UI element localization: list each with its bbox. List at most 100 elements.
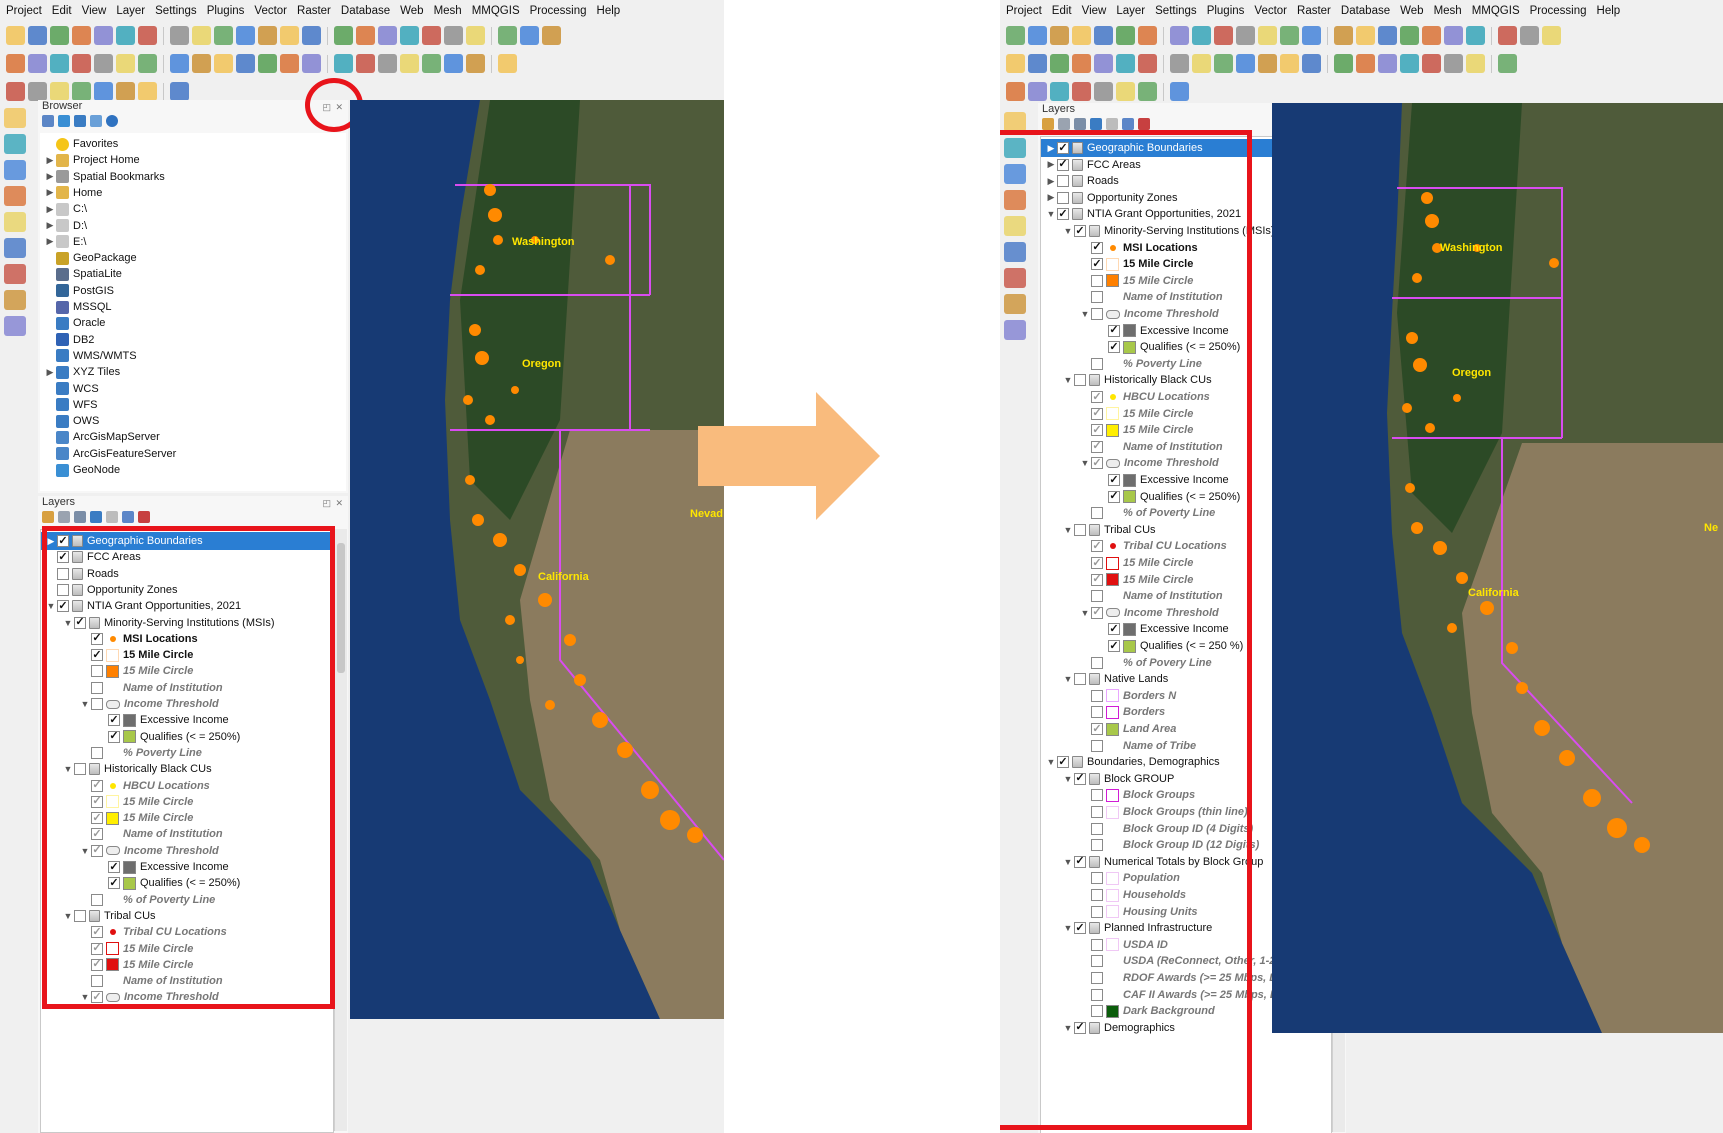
visibility-checkbox[interactable]: [1057, 208, 1069, 221]
visibility-checkbox[interactable]: [57, 567, 69, 580]
visibility-checkbox[interactable]: [1108, 490, 1120, 503]
visibility-checkbox[interactable]: [1091, 656, 1103, 669]
collapse-arrow-icon[interactable]: ▼: [79, 846, 91, 856]
add-layer-tool-icon[interactable]: [4, 108, 26, 128]
visibility-checkbox[interactable]: [1091, 590, 1103, 603]
toolbar-tool-icon[interactable]: [1138, 82, 1157, 101]
add-layer-tool-icon[interactable]: [1004, 216, 1026, 236]
expand-arrow-icon[interactable]: ▶: [44, 155, 56, 166]
toolbar-tool-icon[interactable]: [28, 54, 47, 73]
toolbar-tool-icon[interactable]: [1302, 54, 1321, 73]
toolbar-tool-icon[interactable]: [236, 26, 255, 45]
toolbar-tool-icon[interactable]: [1214, 26, 1233, 45]
browser-item[interactable]: GeoPackage: [40, 249, 346, 267]
layer-tree-row[interactable]: 15 Mile Circle: [41, 956, 333, 974]
layer-tree-row[interactable]: % Poverty Line: [41, 744, 333, 762]
toolbar-tool-icon[interactable]: [1192, 54, 1211, 73]
add-layer-tool-icon[interactable]: [1004, 112, 1026, 132]
toolbar-tool-icon[interactable]: [1214, 54, 1233, 73]
toolbar-tool-icon[interactable]: [280, 54, 299, 73]
visibility-checkbox[interactable]: [1091, 258, 1103, 271]
filter-icon[interactable]: [1090, 118, 1102, 130]
expand-arrow-icon[interactable]: ▶: [1045, 143, 1057, 154]
visibility-checkbox[interactable]: [74, 909, 86, 922]
toolbar-tool-icon[interactable]: [498, 54, 517, 73]
menu-edit[interactable]: Edit: [52, 5, 72, 17]
layer-tree-row[interactable]: Qualifies (< = 250%): [41, 728, 333, 746]
layer-tree-row[interactable]: ▼ Income Threshold: [41, 988, 333, 1006]
toolbar-tool-icon[interactable]: [50, 82, 69, 101]
menu-edit[interactable]: Edit: [1052, 5, 1072, 17]
toolbar-tool-icon[interactable]: [50, 26, 69, 45]
visibility-checkbox[interactable]: [1074, 523, 1086, 536]
collapse-arrow-icon[interactable]: ▼: [45, 601, 57, 611]
menu-web[interactable]: Web: [1400, 5, 1423, 17]
visibility-checkbox[interactable]: [108, 730, 120, 743]
add-layer-tool-icon[interactable]: [1004, 242, 1026, 262]
toolbar-tool-icon[interactable]: [1116, 54, 1135, 73]
browser-item[interactable]: ▶ D:\: [40, 217, 346, 235]
toolbar-tool-icon[interactable]: [6, 82, 25, 101]
expand-arrow-icon[interactable]: ▶: [1045, 192, 1057, 203]
collapse-arrow-icon[interactable]: ▼: [1062, 226, 1074, 236]
toolbar-tool-icon[interactable]: [214, 54, 233, 73]
visibility-checkbox[interactable]: [1074, 855, 1086, 868]
toolbar-tool-icon[interactable]: [1072, 54, 1091, 73]
visibility-checkbox[interactable]: [74, 616, 86, 629]
visibility-checkbox[interactable]: [1091, 557, 1103, 569]
toolbar-tool-icon[interactable]: [1422, 26, 1441, 45]
visibility-icon[interactable]: [74, 511, 86, 523]
visibility-checkbox[interactable]: [1074, 225, 1086, 237]
visibility-checkbox[interactable]: [91, 632, 103, 645]
layer-tree-row[interactable]: 15 Mile Circle: [41, 793, 333, 811]
toolbar-tool-icon[interactable]: [1072, 82, 1091, 101]
add-layer-tool-icon[interactable]: [1004, 320, 1026, 340]
visibility-checkbox[interactable]: [1091, 357, 1103, 370]
toolbar-tool-icon[interactable]: [94, 26, 113, 45]
collapse-arrow-icon[interactable]: ▼: [62, 764, 74, 774]
style-icon[interactable]: [1042, 118, 1054, 130]
toolbar-tool-icon[interactable]: [356, 26, 375, 45]
remove-layer-icon[interactable]: [138, 511, 150, 523]
browser-item[interactable]: WFS: [40, 396, 346, 414]
style-icon[interactable]: [42, 511, 54, 523]
layer-tree-row[interactable]: ▼ Historically Black CUs: [41, 760, 333, 778]
toolbar-tool-icon[interactable]: [116, 82, 135, 101]
visibility-checkbox[interactable]: [91, 991, 103, 1004]
layer-tree-row[interactable]: ▼ Tribal CUs: [41, 907, 333, 925]
layer-tree-row[interactable]: ▶ Geographic Boundaries: [41, 532, 333, 550]
browser-item[interactable]: PostGIS: [40, 282, 346, 300]
menu-layer[interactable]: Layer: [1116, 5, 1145, 17]
visibility-checkbox[interactable]: [1074, 772, 1086, 785]
toolbar-tool-icon[interactable]: [356, 54, 375, 73]
visibility-checkbox[interactable]: [1091, 573, 1103, 586]
menu-vector[interactable]: Vector: [254, 5, 287, 17]
expand-arrow-icon[interactable]: ▶: [44, 204, 56, 215]
toolbar-tool-icon[interactable]: [378, 26, 397, 45]
toolbar-tool-icon[interactable]: [1466, 54, 1485, 73]
toolbar-tool-icon[interactable]: [1400, 54, 1419, 73]
expand-arrow-icon[interactable]: ▶: [1045, 159, 1057, 170]
browser-item[interactable]: ▶ Home: [40, 184, 346, 202]
toolbar-tool-icon[interactable]: [1334, 26, 1353, 45]
expand-arrow-icon[interactable]: ▶: [1045, 176, 1057, 187]
collapse-arrow-icon[interactable]: ▼: [79, 699, 91, 709]
info-icon[interactable]: [106, 115, 118, 127]
browser-item[interactable]: OWS: [40, 412, 346, 430]
menu-settings[interactable]: Settings: [155, 5, 197, 17]
toolbar-tool-icon[interactable]: [258, 54, 277, 73]
visibility-checkbox[interactable]: [57, 551, 69, 564]
browser-item[interactable]: ▶ E:\: [40, 233, 346, 251]
toolbar-tool-icon[interactable]: [1378, 26, 1397, 45]
browser-item[interactable]: ArcGisMapServer: [40, 428, 346, 446]
menu-mmqgis[interactable]: MMQGIS: [472, 5, 520, 17]
visibility-checkbox[interactable]: [91, 649, 103, 662]
browser-item[interactable]: WCS: [40, 380, 346, 398]
collapse-icon[interactable]: [1122, 118, 1134, 130]
menu-project[interactable]: Project: [1006, 5, 1042, 17]
visibility-checkbox[interactable]: [1091, 955, 1103, 968]
visibility-checkbox[interactable]: [108, 714, 120, 727]
visibility-checkbox[interactable]: [1091, 905, 1103, 918]
visibility-checkbox[interactable]: [1108, 324, 1120, 337]
toolbar-tool-icon[interactable]: [1028, 54, 1047, 73]
